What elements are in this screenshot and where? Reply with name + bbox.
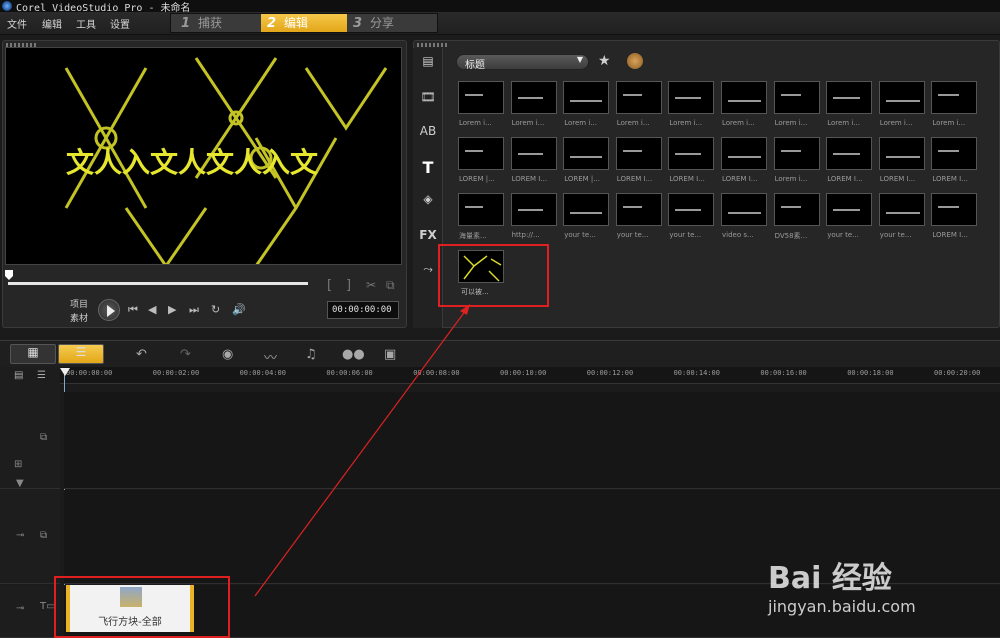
watermark: Bai 经验 jingyan.baidu.com: [768, 545, 998, 635]
annotation-arrow: [254, 304, 470, 597]
watermark-url: jingyan.baidu.com: [768, 597, 916, 616]
baidu-logo: Bai 经验: [768, 561, 892, 596]
